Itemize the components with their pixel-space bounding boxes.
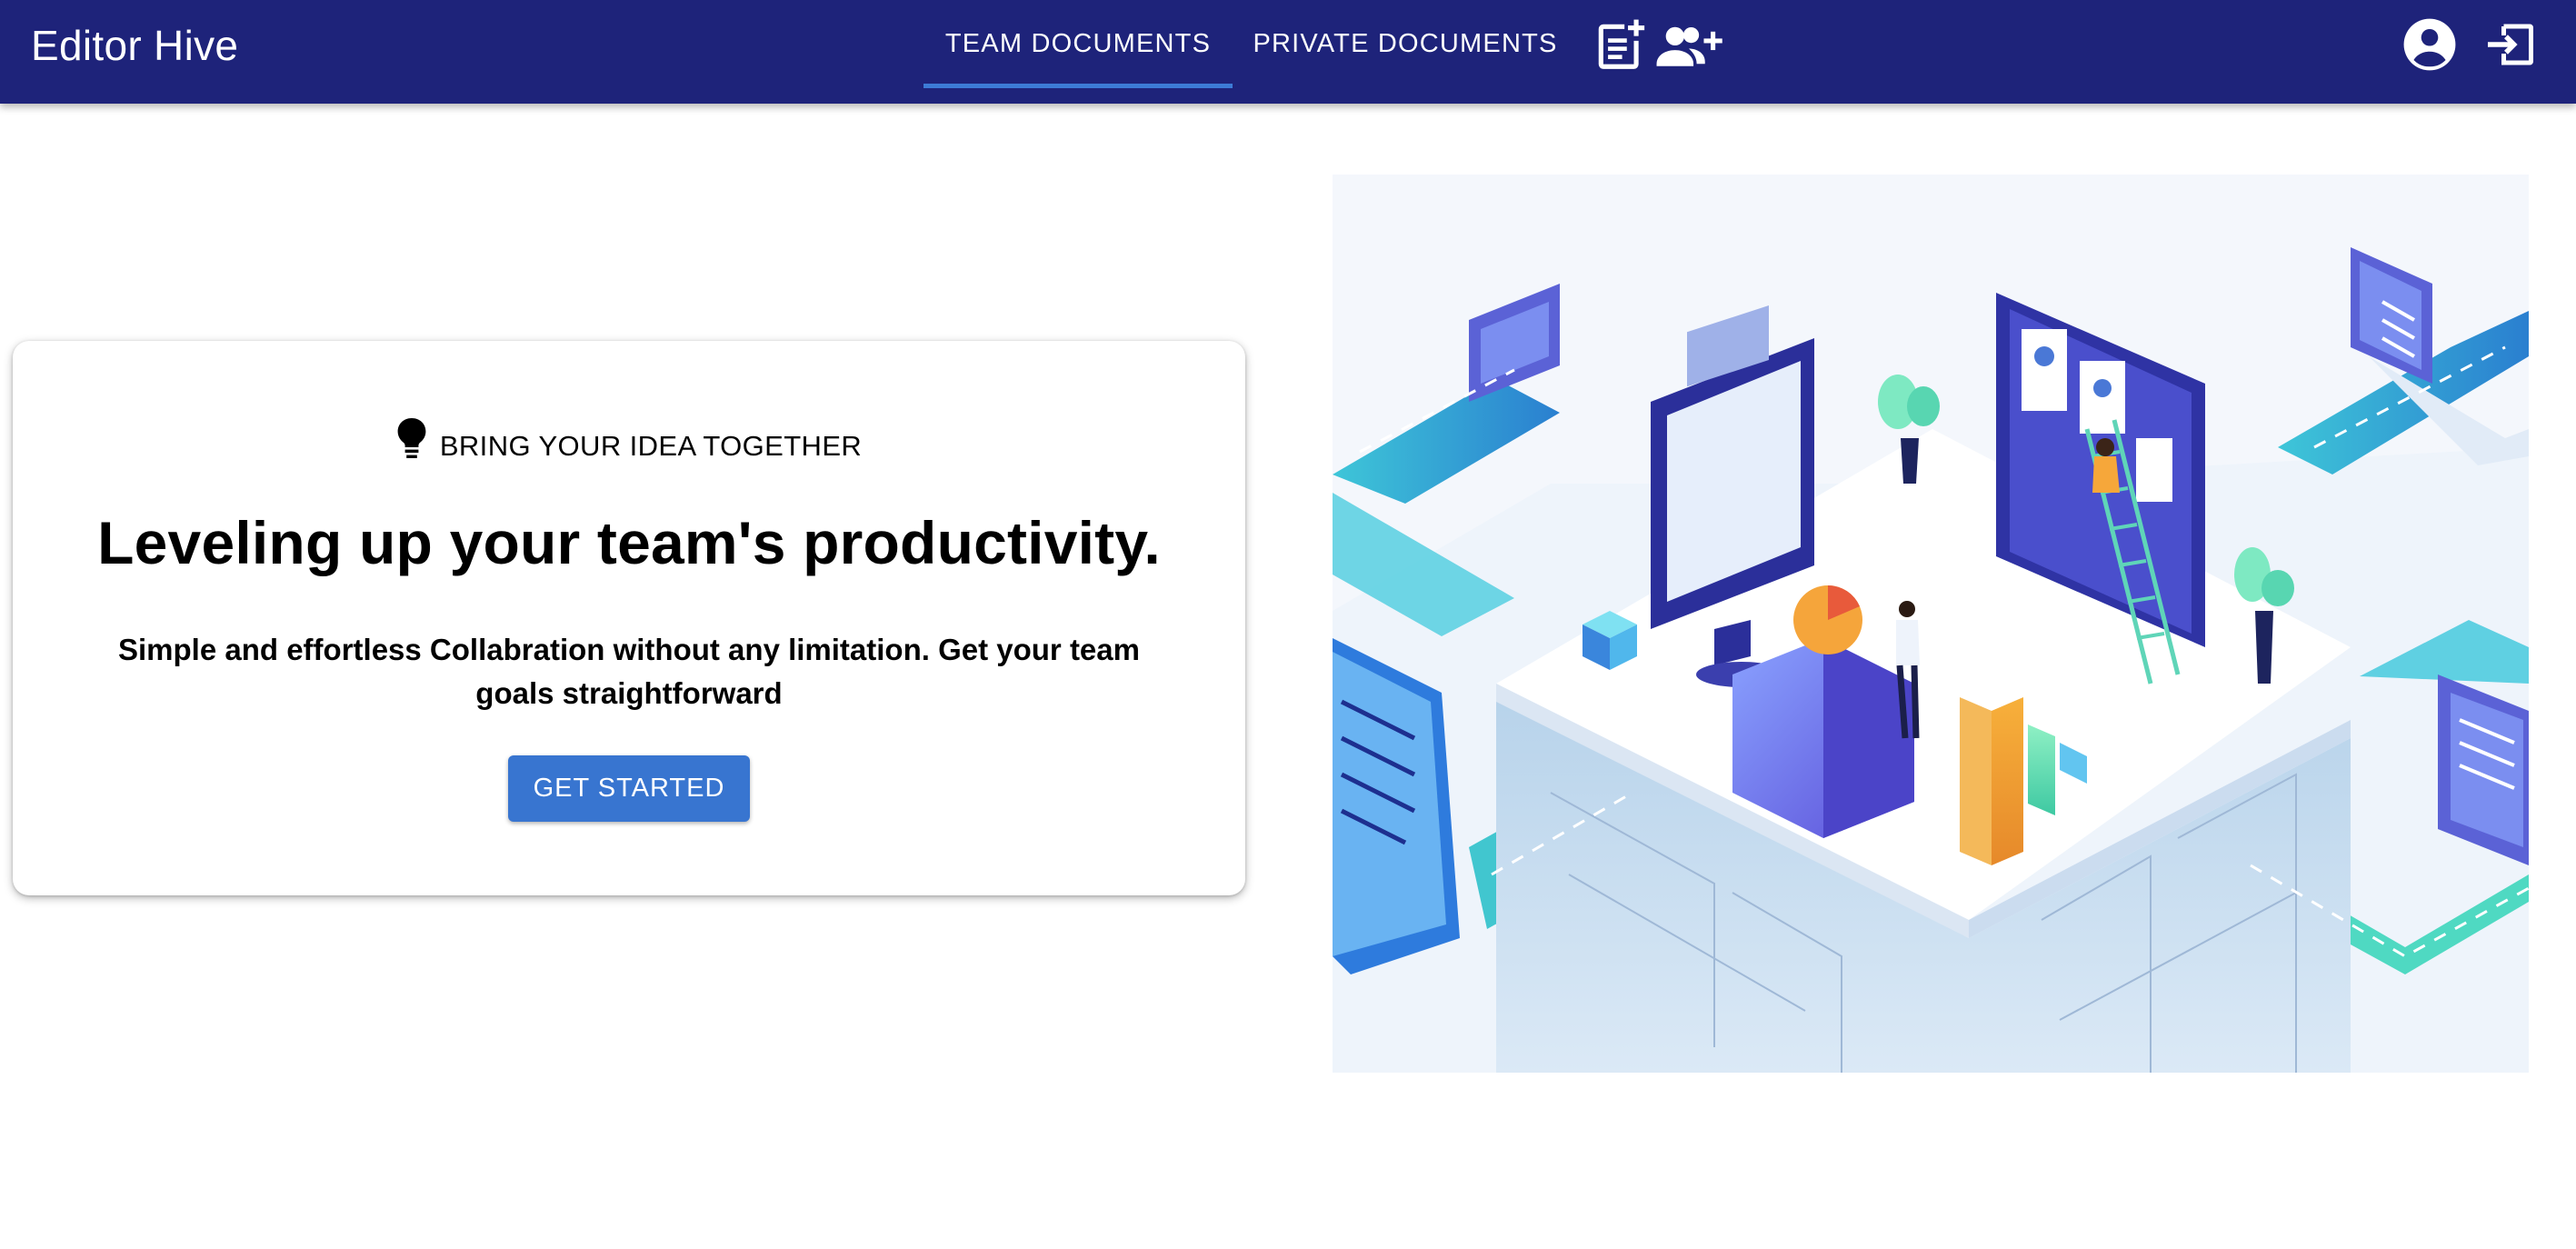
lightbulb-icon	[396, 418, 427, 465]
eyebrow: BRING YOUR IDEA TOGETHER	[13, 418, 1245, 465]
hero-headline: Leveling up your team's productivity.	[97, 509, 1161, 576]
isometric-office-illustration	[1333, 175, 2530, 1073]
logout-button[interactable]	[2480, 15, 2541, 75]
active-tab-indicator	[924, 84, 1233, 88]
app-bar: Editor Hive TEAM DOCUMENTS PRIVATE DOCUM…	[0, 0, 2576, 104]
get-started-button[interactable]: GET STARTED	[508, 755, 750, 822]
hero-card: BRING YOUR IDEA TOGETHER Leveling up you…	[13, 341, 1245, 895]
group-add-icon	[1654, 17, 1723, 74]
tab-private-documents[interactable]: PRIVATE DOCUMENTS	[1251, 0, 1560, 87]
account-button[interactable]	[2400, 15, 2460, 75]
new-document-button[interactable]	[1589, 15, 1651, 76]
app-title: Editor Hive	[31, 22, 239, 69]
hero-illustration	[1333, 175, 2530, 1073]
note-add-icon	[1592, 17, 1648, 74]
account-circle-icon	[2401, 16, 2458, 73]
add-member-button[interactable]	[1652, 15, 1725, 76]
hero-subtext: Simple and effortless Collabration witho…	[118, 633, 1140, 710]
tab-team-documents[interactable]: TEAM DOCUMENTS	[924, 0, 1233, 87]
exit-to-app-icon	[2483, 17, 2538, 72]
eyebrow-text: BRING YOUR IDEA TOGETHER	[439, 429, 863, 462]
